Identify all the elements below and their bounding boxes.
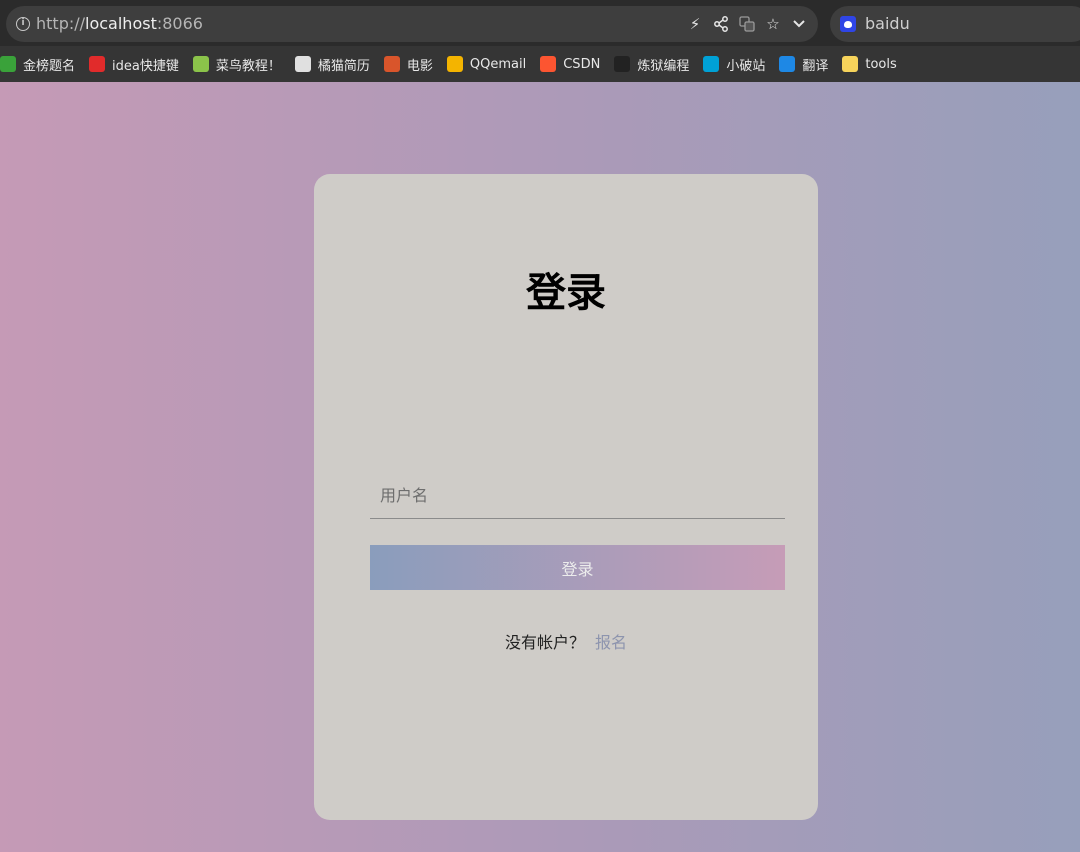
login-button[interactable]: 登录 <box>370 545 785 590</box>
bookmark-label: 电影 <box>406 58 433 74</box>
browser-toolbar: i http://localhost:8066 ⚡ ☆ baidu <box>0 0 1080 46</box>
bookmark-item[interactable]: 小破站 <box>703 46 765 82</box>
search-engine-label: baidu <box>865 14 910 33</box>
translate-icon[interactable] <box>738 14 756 34</box>
login-title: 登录 <box>526 270 606 316</box>
bookmarks-bar: 金榜题名 idea快捷键 菜鸟教程！ 橘猫简历 电影 QQemail CSDN 炼狱编程 小破站… <box>0 46 1080 82</box>
bookmark-item[interactable]: idea快捷键 <box>89 46 179 82</box>
info-icon[interactable]: i <box>16 17 30 31</box>
bolt-icon[interactable]: ⚡ <box>686 14 704 34</box>
bookmark-item[interactable]: QQemail <box>446 46 527 82</box>
bookmark-item[interactable]: tools <box>842 46 897 82</box>
bookmark-item[interactable]: 炼狱编程 <box>614 46 689 82</box>
star-icon[interactable]: ☆ <box>764 14 782 34</box>
bookmark-label: 翻译 <box>802 58 829 74</box>
bookmark-item[interactable]: 电影 <box>383 46 433 82</box>
bookmark-item[interactable]: 翻译 <box>779 46 828 82</box>
search-box[interactable]: baidu <box>830 6 1080 42</box>
translate-icon <box>779 56 796 72</box>
bookmark-label: 金榜题名 <box>23 58 76 74</box>
no-account-text: 没有帐户？ <box>504 633 585 652</box>
bookmark-label: 小破站 <box>726 58 766 74</box>
bookmark-item[interactable]: 橘猫简历 <box>294 46 370 82</box>
login-card: 登录 登录 没有帐户？ 报名 <box>314 174 818 820</box>
csdn-icon <box>540 56 557 72</box>
bookmark-item[interactable]: 菜鸟教程！ <box>192 46 281 82</box>
chrome-icon <box>446 56 463 72</box>
signup-link[interactable]: 报名 <box>595 633 627 652</box>
bookmark-label: QQemail <box>469 56 527 72</box>
url-text[interactable]: http://localhost:8066 <box>36 14 203 33</box>
username-input[interactable] <box>370 473 785 518</box>
flame-icon <box>614 56 631 72</box>
movie-icon <box>383 56 400 72</box>
bookmark-label: 炼狱编程 <box>637 58 690 74</box>
bookmark-label: CSDN <box>563 56 601 72</box>
bilibili-icon <box>703 56 720 72</box>
username-field <box>370 473 785 519</box>
baidu-icon <box>840 16 856 32</box>
bookmark-label: 菜鸟教程！ <box>215 58 281 74</box>
runoob-icon <box>192 56 209 72</box>
php-icon <box>89 56 106 72</box>
folder-icon <box>842 56 859 72</box>
bookmark-item[interactable]: CSDN <box>540 46 600 82</box>
signup-prompt: 没有帐户？ 报名 <box>314 629 818 653</box>
bookmark-label: 橘猫简历 <box>317 58 370 74</box>
page-background: 登录 登录 没有帐户？ 报名 <box>0 82 1080 852</box>
bookmark-item[interactable]: 金榜题名 <box>0 46 75 82</box>
share-icon[interactable] <box>712 14 730 34</box>
address-bar[interactable]: i http://localhost:8066 ⚡ ☆ <box>6 6 818 42</box>
bookmark-label: tools <box>865 56 897 72</box>
bookmark-label: idea快捷键 <box>112 58 179 74</box>
tree-icon <box>0 56 16 72</box>
cat-icon <box>294 56 311 72</box>
chevron-down-icon[interactable] <box>790 14 808 34</box>
